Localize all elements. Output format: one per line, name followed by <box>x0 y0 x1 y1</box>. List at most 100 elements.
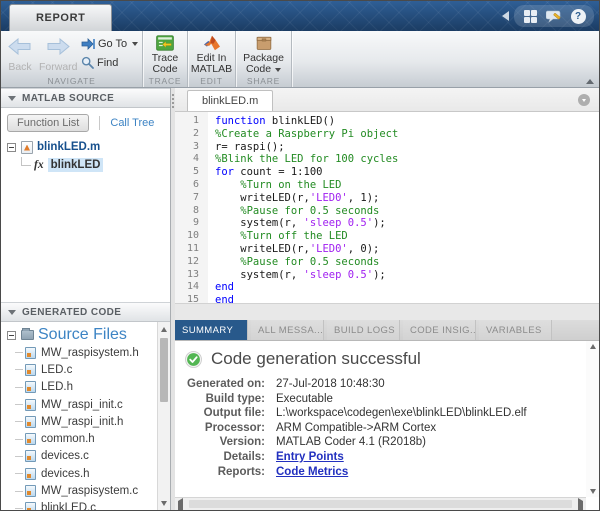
code-line[interactable]: 10 %Turn off the LED <box>175 230 599 243</box>
code-line[interactable]: 13 system(r, 'sleep 0.5'); <box>175 269 599 282</box>
find-button[interactable]: Find <box>81 56 138 69</box>
collapse-toolstrip-icon[interactable] <box>586 79 594 84</box>
line-number: 13 <box>175 269 208 282</box>
tree-connector <box>15 491 23 492</box>
matlab-source-header[interactable]: MATLAB SOURCE <box>1 88 170 108</box>
generated-file-item[interactable]: LED.c <box>1 361 156 378</box>
editor-tabbar: blinkLED.m <box>175 88 599 112</box>
summary-link[interactable]: Entry Points <box>265 450 344 465</box>
tree-item-blinkled-m[interactable]: blinkLED.m <box>1 138 170 156</box>
source-file-icon <box>25 364 36 376</box>
report-tab-summary[interactable]: SUMMARY <box>175 320 248 340</box>
editor-actions-icon[interactable] <box>578 94 590 106</box>
scroll-down-button[interactable] <box>586 489 599 494</box>
generated-file-item[interactable]: blinkLED.c <box>1 500 156 510</box>
back-button[interactable]: Back <box>1 36 39 73</box>
code-editor[interactable]: 1function blinkLED()2%Create a Raspberry… <box>175 112 599 303</box>
code-line[interactable]: 15end <box>175 294 599 303</box>
layout-grid-button[interactable] <box>521 7 539 25</box>
trace-code-button[interactable]: Trace Code <box>143 31 187 75</box>
forward-button[interactable]: Forward <box>39 36 77 73</box>
code-line[interactable]: 8 %Pause for 0.5 seconds <box>175 205 599 218</box>
generated-file-name: common.h <box>41 433 95 445</box>
left-panel: MATLAB SOURCE Function List Call Tree bl… <box>1 88 171 510</box>
line-number: 11 <box>175 243 208 256</box>
back-arrow-icon <box>8 38 32 55</box>
generated-file-name: MW_raspi_init.h <box>41 416 123 428</box>
code-line[interactable]: 5for count = 1:100 <box>175 166 599 179</box>
generated-file-item[interactable]: MW_raspi_init.c <box>1 396 156 413</box>
scrollbar-thumb[interactable] <box>160 338 168 402</box>
summary-link[interactable]: Code Metrics <box>265 465 348 480</box>
help-button[interactable]: ? <box>569 7 587 25</box>
collapse-section-icon <box>8 310 16 315</box>
summary-row: Output file:L:\workspace\codegen\exe\bli… <box>185 406 585 421</box>
goto-button[interactable]: Go To <box>81 38 138 50</box>
tree-connector <box>15 404 23 405</box>
generated-file-item[interactable]: devices.h <box>1 465 156 482</box>
code-line[interactable]: 12 %Pause for 0.5 seconds <box>175 256 599 269</box>
code-line[interactable]: 2%Create a Raspberry Pi object <box>175 128 599 141</box>
summary-hscrollbar[interactable] <box>175 497 586 510</box>
code-text: %Pause for 0.5 seconds <box>208 205 379 218</box>
folder-icon <box>21 330 34 340</box>
generated-file-item[interactable]: MW_raspisystem.c <box>1 482 156 499</box>
feedback-button[interactable] <box>545 7 563 25</box>
source-file-icon <box>25 450 36 462</box>
summary-row-value: ARM Compatible->ARM Cortex <box>265 421 436 436</box>
code-line[interactable]: 14end <box>175 281 599 294</box>
generated-file-item[interactable]: common.h <box>1 430 156 447</box>
code-text: %Blink the LED for 100 cycles <box>208 153 398 166</box>
code-line[interactable]: 9 system(r, 'sleep 0.5'); <box>175 217 599 230</box>
generated-code-content: Source Files MW_raspisystem.hLED.cLED.hM… <box>1 322 170 510</box>
goto-icon <box>81 38 95 50</box>
scroll-down-button[interactable] <box>158 497 170 509</box>
summary-vscrollbar[interactable] <box>586 341 599 497</box>
source-file-icon <box>25 347 36 359</box>
scroll-left-button[interactable] <box>178 501 183 510</box>
tree-connector <box>15 473 23 474</box>
code-line[interactable]: 6 %Turn on the LED <box>175 179 599 192</box>
code-line[interactable]: 7 writeLED(r,'LED0', 1); <box>175 192 599 205</box>
generated-files-scrollbar[interactable] <box>157 322 170 510</box>
code-text: writeLED(r,'LED0', 0); <box>208 243 379 256</box>
tree-item-source-files[interactable]: Source Files <box>1 326 156 344</box>
generated-file-item[interactable]: MW_raspisystem.h <box>1 344 156 361</box>
function-list-button[interactable]: Function List <box>7 114 89 132</box>
toolstrip-group-navigate: Back Forward Go To <box>1 31 143 87</box>
scroll-right-button[interactable] <box>578 501 583 510</box>
editor-tab-blinkled-m[interactable]: blinkLED.m <box>187 90 273 111</box>
tree-item-blinkled-function[interactable]: fx blinkLED <box>1 156 170 174</box>
report-tab-variables[interactable]: VARIABLES <box>479 320 552 340</box>
code-line[interactable]: 1function blinkLED() <box>175 115 599 128</box>
scroll-up-button[interactable] <box>158 323 170 335</box>
grid-icon <box>524 10 537 23</box>
code-line[interactable]: 3r= raspi(); <box>175 141 599 154</box>
call-tree-link[interactable]: Call Tree <box>110 117 154 129</box>
tab-report[interactable]: REPORT <box>9 4 112 31</box>
generated-code-header[interactable]: GENERATED CODE <box>1 302 170 322</box>
tree-expander-icon[interactable] <box>7 143 16 152</box>
generated-file-item[interactable]: devices.c <box>1 448 156 465</box>
generated-file-item[interactable]: MW_raspi_init.h <box>1 413 156 430</box>
tree-expander-icon[interactable] <box>7 331 16 340</box>
code-text: end <box>208 281 234 294</box>
package-code-button[interactable]: Package Code <box>236 31 291 75</box>
summary-panel: Code generation successful Generated on:… <box>175 341 599 510</box>
source-file-icon <box>25 416 36 428</box>
code-line[interactable]: 11 writeLED(r,'LED0', 0); <box>175 243 599 256</box>
report-window: REPORT ? <box>0 0 600 511</box>
generated-file-item[interactable]: LED.h <box>1 379 156 396</box>
report-tab-code-insig[interactable]: CODE INSIG... <box>403 320 476 340</box>
code-line[interactable]: 4%Blink the LED for 100 cycles <box>175 153 599 166</box>
collapse-banner-icon[interactable] <box>502 11 509 21</box>
matlab-source-title: MATLAB SOURCE <box>22 93 114 104</box>
summary-row: Details:Entry Points <box>185 450 585 465</box>
scrollbar-thumb[interactable] <box>189 500 572 508</box>
scroll-up-button[interactable] <box>586 344 599 349</box>
toolstrip-group-trace: Trace Code TRACE <box>143 31 188 87</box>
report-tab-all-messa[interactable]: ALL MESSA... <box>251 320 324 340</box>
edit-in-matlab-button[interactable]: Edit In MATLAB <box>188 31 235 75</box>
generated-file-name: MW_raspisystem.h <box>41 347 139 359</box>
report-tab-build-logs[interactable]: BUILD LOGS <box>327 320 400 340</box>
